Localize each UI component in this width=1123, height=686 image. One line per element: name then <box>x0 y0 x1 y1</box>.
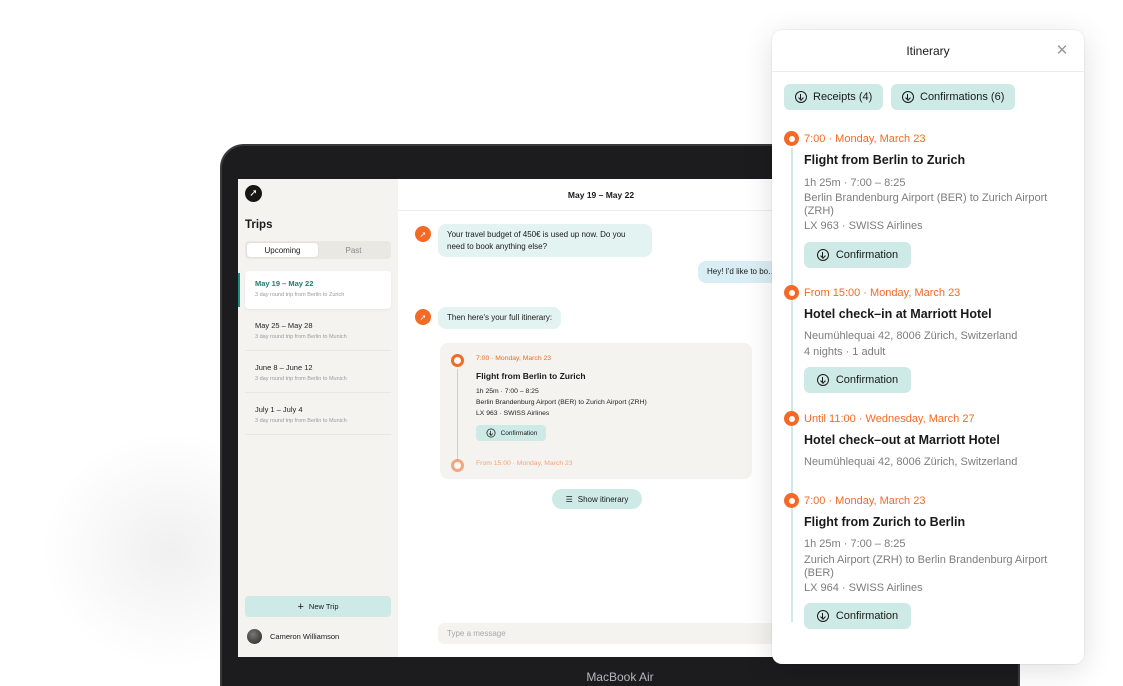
avatar <box>247 629 262 644</box>
trips-tab-switcher: Upcoming Past <box>245 241 391 259</box>
close-icon[interactable]: ✕ <box>1054 43 1070 59</box>
confirmation-label: Confirmation <box>835 249 899 261</box>
receipts-label: Receipts (4) <box>813 91 873 103</box>
download-icon <box>795 91 807 103</box>
plus-icon: + <box>297 600 304 613</box>
event-address: Neumühlequai 42, 8006 Zürich, Switzerlan… <box>804 456 1018 468</box>
sidebar-title: Trips <box>245 219 273 231</box>
trip-dates: May 25 – May 28 <box>255 321 313 330</box>
event-title: Flight from Berlin to Zurich <box>476 371 586 381</box>
trip-dates: May 19 – May 22 <box>255 279 314 288</box>
timeline-rail <box>791 148 793 622</box>
list-icon: ☰ <box>565 494 573 504</box>
trip-subtitle: 3 day round trip from Berlin to Munich <box>255 334 347 340</box>
user-profile[interactable]: Cameron Williamson <box>247 629 339 644</box>
trip-subtitle: 3 day round trip from Berlin to Zurich <box>255 292 345 298</box>
event-duration: 1h 25m · 7:00 – 8:25 <box>804 538 906 550</box>
download-icon <box>816 610 829 622</box>
show-itinerary-button[interactable]: ☰ Show itinerary <box>552 489 642 509</box>
timeline-dot-icon <box>784 493 799 508</box>
event-flight: LX 963 · SWISS Airlines <box>804 220 923 232</box>
bot-message: Your travel budget of 450€ is used up no… <box>438 224 652 257</box>
confirmation-label: Confirmation <box>835 610 899 622</box>
timeline-marker-icon <box>451 459 464 472</box>
confirmation-label: Confirmation <box>835 374 899 386</box>
confirmations-label: Confirmations (6) <box>920 91 1005 103</box>
event-guests: 4 nights · 1 adult <box>804 346 886 358</box>
tab-upcoming[interactable]: Upcoming <box>247 243 318 257</box>
trips-sidebar: ➚ Trips Upcoming Past May 19 – May 22 3 … <box>238 179 398 657</box>
event-duration: 1h 25m · 7:00 – 8:25 <box>804 177 906 189</box>
event-time: From 15:00 · Monday, March 23 <box>476 460 573 467</box>
trip-subtitle: 3 day round trip from Berlin to Munich <box>255 376 347 382</box>
itinerary-panel: Itinerary ✕ Receipts (4) Confirmations (… <box>772 30 1084 664</box>
user-name: Cameron Williamson <box>270 632 340 641</box>
confirmation-button[interactable]: Confirmation <box>476 425 546 441</box>
confirmation-label: Confirmation <box>500 429 538 437</box>
trip-item[interactable]: June 8 – June 12 3 day round trip from B… <box>245 355 391 393</box>
event-time: 7:00 · Monday, March 23 <box>476 355 552 362</box>
panel-title: Itinerary <box>772 30 1084 72</box>
confirmation-button[interactable]: Confirmation <box>804 242 911 268</box>
event-address: Neumühlequai 42, 8006 Zürich, Switzerlan… <box>804 330 1018 342</box>
confirmation-button[interactable]: Confirmation <box>804 367 911 393</box>
event-title: Flight from Zurich to Berlin <box>804 515 966 529</box>
timeline-line <box>457 369 458 461</box>
show-itinerary-label: Show itinerary <box>577 494 629 504</box>
download-icon <box>902 91 914 103</box>
download-icon <box>816 249 829 261</box>
confirmations-button[interactable]: Confirmations (6) <box>891 84 1016 110</box>
confirmation-button[interactable]: Confirmation <box>804 603 911 629</box>
assistant-avatar-icon: ➚ <box>415 226 431 242</box>
timeline-dot-icon <box>784 285 799 300</box>
app-logo-icon: ➚ <box>245 185 262 202</box>
event-title: Hotel check–out at Marriott Hotel <box>804 433 1000 447</box>
event-route: Zurich Airport (ZRH) to Berlin Brandenbu… <box>804 554 1048 579</box>
event-time: From 15:00 · Monday, March 23 <box>804 287 961 299</box>
trip-dates: June 8 – June 12 <box>255 363 313 372</box>
trip-item[interactable]: May 19 – May 22 3 day round trip from Be… <box>238 271 391 309</box>
event-title: Hotel check–in at Marriott Hotel <box>804 307 992 321</box>
event-title: Flight from Berlin to Zurich <box>804 153 966 167</box>
trip-dates: July 1 – July 4 <box>255 405 303 414</box>
receipts-button[interactable]: Receipts (4) <box>784 84 884 110</box>
timeline-marker-icon <box>451 354 464 367</box>
event-time: 7:00 · Monday, March 23 <box>804 133 926 145</box>
stage: ➚ Trips Upcoming Past May 19 – May 22 3 … <box>0 0 1123 686</box>
event-time: 7:00 · Monday, March 23 <box>804 495 926 507</box>
bot-message: Then here's your full itinerary: <box>438 307 562 329</box>
download-icon <box>816 374 829 386</box>
event-flight: LX 963 · SWISS Airlines <box>476 410 550 417</box>
trip-item[interactable]: July 1 – July 4 3 day round trip from Be… <box>245 397 391 435</box>
tab-past[interactable]: Past <box>318 243 389 257</box>
assistant-avatar-icon: ➚ <box>415 309 431 325</box>
timeline-dot-icon <box>784 131 799 146</box>
event-flight: LX 964 · SWISS Airlines <box>804 582 923 594</box>
new-trip-button[interactable]: + New Trip <box>245 596 391 617</box>
event-route: Berlin Brandenburg Airport (BER) to Zuri… <box>476 399 647 406</box>
trip-subtitle: 3 day round trip from Berlin to Munich <box>255 418 347 424</box>
download-icon <box>486 428 496 438</box>
event-time: Until 11:00 · Wednesday, March 27 <box>804 413 975 425</box>
event-duration: 1h 25m · 7:00 – 8:25 <box>476 388 539 395</box>
itinerary-preview-card: 7:00 · Monday, March 23 Flight from Berl… <box>440 343 752 479</box>
new-trip-label: New Trip <box>308 602 339 611</box>
timeline-dot-icon <box>784 411 799 426</box>
laptop-brand: MacBook Air <box>586 670 654 684</box>
event-route: Berlin Brandenburg Airport (BER) to Zuri… <box>804 192 1048 217</box>
trip-item[interactable]: May 25 – May 28 3 day round trip from Be… <box>245 313 391 351</box>
